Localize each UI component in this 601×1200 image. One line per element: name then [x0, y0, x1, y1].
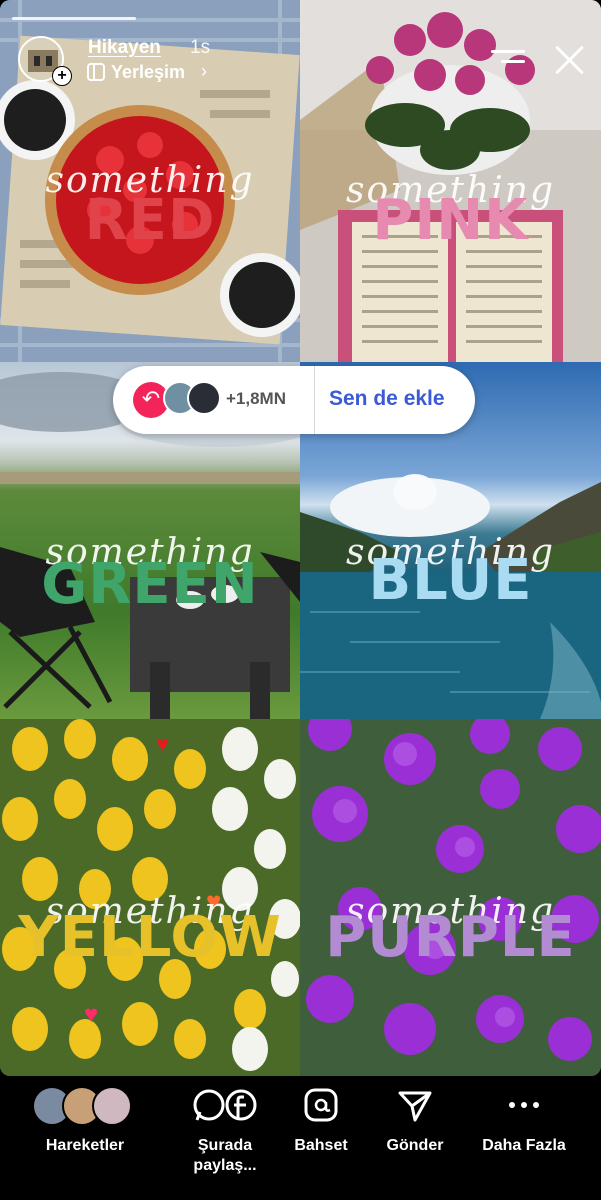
tile-yellow: ♥ ♥ ♥ something YELLOW	[0, 719, 300, 1076]
color-word-blue: BLUE	[368, 548, 533, 613]
story-username[interactable]: Hikayen	[88, 37, 161, 59]
story-viewer[interactable]: something RED something PINK something G…	[0, 0, 601, 1076]
send-label: Gönder	[386, 1137, 444, 1154]
color-word-green: GREEN	[41, 552, 259, 617]
send-icon	[398, 1091, 432, 1122]
menu-icon[interactable]	[491, 46, 525, 70]
tile-purple: something PURPLE	[300, 719, 601, 1076]
add-story-icon[interactable]: +	[52, 66, 72, 86]
more-button[interactable]: Daha Fazla	[472, 1076, 576, 1186]
activity-button[interactable]: Hareketler	[20, 1076, 150, 1186]
whatsapp-facebook-icon	[193, 1089, 257, 1121]
color-word-purple: PURPLE	[325, 905, 576, 970]
story-collage: something RED something PINK something G…	[0, 0, 601, 1076]
add-yours-sticker[interactable]: ↶ +1,8MN Sen de ekle	[113, 366, 475, 434]
story-timestamp: 1s	[190, 37, 211, 58]
mention-icon	[304, 1088, 338, 1122]
story-action-bar: Hareketler Şurada paylaş... Bahset Gönde…	[0, 1076, 601, 1200]
activity-avatars	[32, 1086, 142, 1126]
more-label: Daha Fazla	[482, 1137, 566, 1154]
participant-avatar	[187, 381, 221, 415]
send-button[interactable]: Gönder	[375, 1076, 455, 1186]
location-label[interactable]: Yerleşim	[111, 62, 185, 83]
activity-label: Hareketler	[45, 1137, 125, 1154]
share-to-button[interactable]: Şurada paylaş...	[170, 1076, 280, 1186]
add-yours-button[interactable]: Sen de ekle	[329, 387, 445, 411]
mention-label: Bahset	[294, 1137, 348, 1154]
story-progress-bar	[12, 17, 136, 20]
pink-heart-icon: ♥	[84, 1001, 99, 1028]
mention-button[interactable]: Bahset	[285, 1076, 357, 1186]
color-word-red: RED	[84, 188, 216, 253]
heart-sticker-icon: ♥	[156, 731, 170, 756]
more-icon	[509, 1102, 539, 1108]
share-to-label: Şurada paylaş...	[193, 1137, 257, 1174]
color-word-pink: PINK	[372, 188, 529, 253]
close-icon[interactable]	[553, 43, 587, 77]
participant-count: +1,8MN	[226, 389, 286, 408]
location-icon	[87, 63, 105, 81]
pill-divider	[314, 366, 315, 434]
chevron-right-icon: ›	[201, 61, 207, 81]
color-word-yellow: YELLOW	[18, 905, 282, 970]
